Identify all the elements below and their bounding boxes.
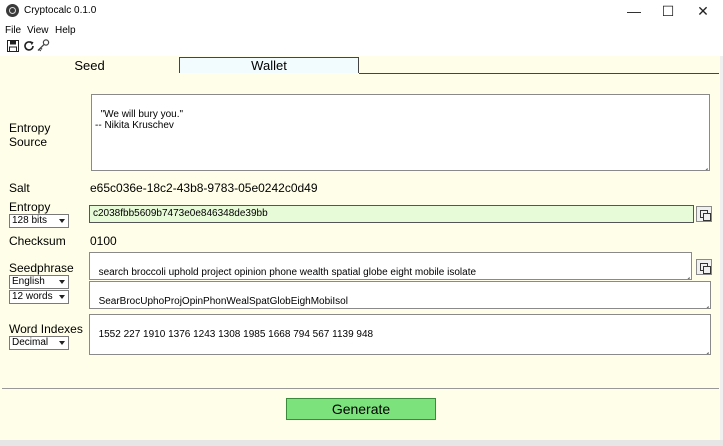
word-indexes-label: Word Indexes bbox=[9, 322, 83, 336]
seedphrase-short-textarea[interactable]: SearBrocUphoProjOpinPhonWealSpatGlobEigh… bbox=[89, 281, 711, 309]
seedphrase-words-value: 12 words bbox=[12, 291, 53, 302]
copy-icon-front bbox=[703, 266, 711, 274]
chevron-down-icon bbox=[59, 219, 65, 223]
seedphrase-short-text: SearBrocUphoProjOpinPhonWealSpatGlobEigh… bbox=[98, 296, 348, 307]
tab-divider bbox=[359, 73, 719, 74]
keys-icon[interactable] bbox=[36, 38, 50, 53]
seedphrase-language-value: English bbox=[12, 276, 45, 287]
salt-value: e65c036e-18c2-43b8-9783-05e0242c0d49 bbox=[90, 181, 318, 195]
menu-bar bbox=[0, 22, 723, 38]
seedphrase-words-select[interactable]: 12 words bbox=[9, 290, 69, 304]
seedphrase-language-select[interactable]: English bbox=[9, 275, 69, 289]
resize-grip-icon[interactable] bbox=[683, 271, 690, 278]
checksum-value: 0100 bbox=[90, 234, 117, 248]
generate-button[interactable]: Generate bbox=[286, 398, 436, 420]
save-icon[interactable] bbox=[6, 38, 20, 53]
checksum-label: Checksum bbox=[9, 234, 66, 248]
tab-wallet[interactable]: Wallet bbox=[179, 57, 359, 73]
entropy-source-label-line1: Entropy bbox=[9, 121, 51, 135]
resize-grip-icon[interactable] bbox=[702, 346, 709, 353]
word-indexes-format-select[interactable]: Decimal bbox=[9, 336, 69, 350]
toolbar bbox=[0, 38, 723, 56]
seedphrase-text: search broccoli uphold project opinion p… bbox=[98, 267, 477, 278]
close-button[interactable]: ✕ bbox=[683, 0, 723, 22]
entropy-source-label: Entropy Source bbox=[9, 121, 50, 149]
app-logo-icon bbox=[6, 4, 19, 17]
copy-entropy-button[interactable] bbox=[696, 206, 712, 222]
resize-grip-icon[interactable] bbox=[702, 300, 709, 307]
entropy-label: Entropy bbox=[9, 200, 51, 214]
seedphrase-textarea[interactable]: search broccoli uphold project opinion p… bbox=[89, 252, 692, 280]
resize-grip-icon[interactable] bbox=[701, 162, 708, 169]
entropy-bits-select[interactable]: 128 bits bbox=[9, 214, 69, 228]
chevron-down-icon bbox=[59, 341, 65, 345]
menu-view[interactable]: View bbox=[27, 25, 49, 36]
entropy-bits-value: 128 bits bbox=[12, 215, 48, 226]
chevron-down-icon bbox=[59, 295, 65, 299]
entropy-source-label-line2: Source bbox=[9, 135, 48, 149]
bottom-edge bbox=[0, 440, 723, 446]
word-indexes-text: 1552 227 1910 1376 1243 1308 1985 1668 7… bbox=[98, 329, 374, 340]
entropy-source-textarea[interactable]: "We will bury you." -- Nikita Kruschev bbox=[91, 94, 710, 171]
entropy-field[interactable]: c2038fbb5609b7473e0e846348de39bb bbox=[89, 205, 694, 223]
copy-icon-front bbox=[703, 213, 711, 221]
copy-seedphrase-button[interactable] bbox=[696, 259, 712, 275]
entropy-source-text: "We will bury you." -- Nikita Kruschev bbox=[95, 109, 184, 131]
menu-file[interactable]: File bbox=[5, 25, 21, 36]
menu-help[interactable]: Help bbox=[55, 25, 76, 36]
tab-seed[interactable]: Seed bbox=[0, 57, 179, 73]
word-indexes-format-value: Decimal bbox=[12, 337, 49, 348]
salt-label: Salt bbox=[9, 181, 30, 195]
separator bbox=[2, 388, 719, 389]
window-title: Cryptocalc 0.1.0 bbox=[24, 5, 97, 16]
refresh-icon[interactable] bbox=[22, 38, 36, 53]
seedphrase-label: Seedphrase bbox=[9, 261, 74, 275]
maximize-button[interactable]: ☐ bbox=[648, 0, 688, 22]
chevron-down-icon bbox=[59, 280, 65, 284]
word-indexes-textarea[interactable]: 1552 227 1910 1376 1243 1308 1985 1668 7… bbox=[89, 314, 711, 355]
